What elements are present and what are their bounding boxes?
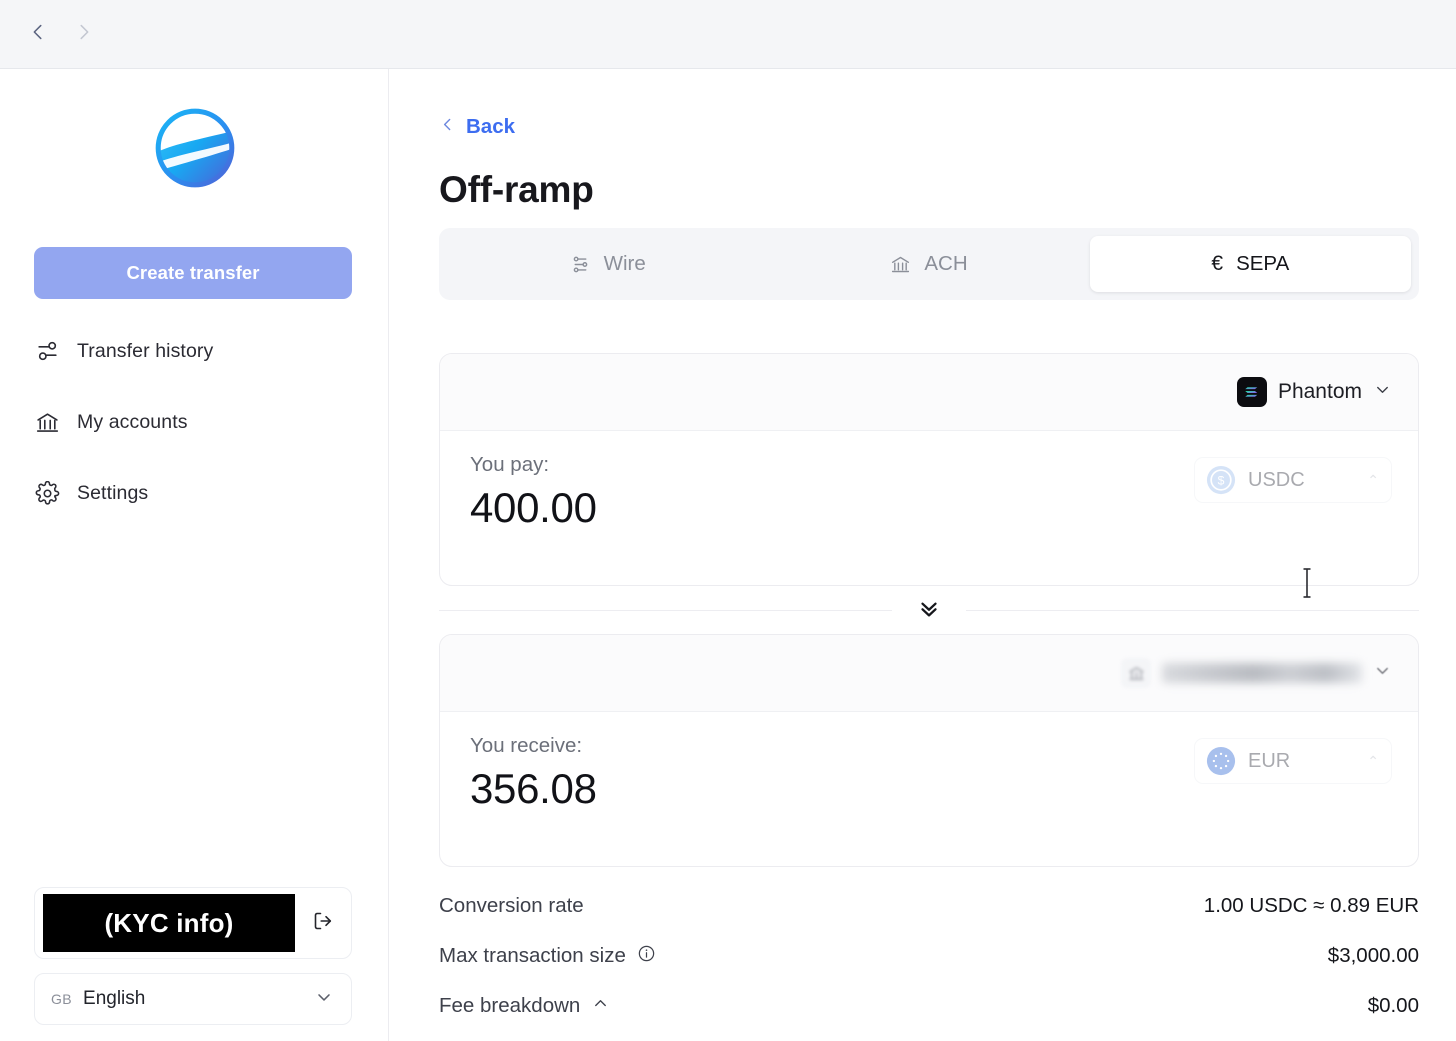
info-icon[interactable] (637, 944, 656, 968)
text-cursor (1301, 566, 1313, 600)
browser-back-button[interactable] (18, 14, 58, 54)
euro-coin-icon (1206, 746, 1236, 776)
chevron-right-icon (73, 21, 95, 48)
divider-line-left (439, 609, 892, 611)
double-chevron-down-icon (916, 595, 942, 626)
wire-transfer-icon (570, 254, 591, 275)
wallet-name: Phantom (1277, 380, 1362, 403)
chevron-left-icon (27, 21, 49, 48)
detail-row-fee-breakdown[interactable]: Fee breakdown $0.00 (439, 981, 1419, 1031)
chevron-left-icon (439, 116, 456, 138)
you-receive-card: You receive: 356.08 EUR ⌃ (439, 634, 1419, 867)
tab-label: ACH (924, 252, 968, 275)
swap-direction-divider (439, 586, 1419, 634)
transfer-history-icon (34, 338, 60, 364)
you-pay-card: Phantom You pay: 400.00 $ USDC ⌃ (439, 353, 1419, 586)
chevron-up-icon[interactable] (591, 994, 610, 1018)
main-content: Back Off-ramp Wire ACH € SEPA Phantom Yo… (389, 69, 1456, 1041)
detail-label: Fee breakdown (439, 994, 581, 1017)
browser-chrome (0, 0, 1456, 69)
sidebar: Create transfer Transfer history My acco… (0, 69, 389, 1041)
sidebar-item-label: Settings (77, 481, 149, 504)
swap-direction-button[interactable] (892, 595, 966, 626)
detail-value: $0.00 (1367, 994, 1419, 1017)
detail-label: Max transaction size (439, 944, 626, 967)
sidebar-footer: (KYC info) GB English (34, 887, 352, 1025)
bank-account-name-redacted (1162, 663, 1362, 683)
bank-icon (890, 254, 911, 275)
tab-sepa[interactable]: € SEPA (1089, 236, 1411, 292)
sidebar-item-transfer-history[interactable]: Transfer history (34, 327, 352, 375)
chevron-down-icon (1373, 661, 1392, 685)
language-select[interactable]: GB English (34, 973, 352, 1025)
chevron-updown-icon: ⌃ (1367, 471, 1379, 488)
bank-icon (34, 409, 60, 435)
sidebar-item-label: My accounts (77, 410, 188, 433)
transfer-method-tabs: Wire ACH € SEPA (439, 228, 1419, 300)
language-label: English (83, 988, 146, 1009)
receive-currency-selector[interactable]: EUR ⌃ (1194, 738, 1392, 784)
back-button[interactable]: Back (439, 115, 515, 139)
detail-row-conversion-rate: Conversion rate 1.00 USDC ≈ 0.89 EUR (439, 881, 1419, 931)
sidebar-item-my-accounts[interactable]: My accounts (34, 398, 352, 446)
detail-label: Conversion rate (439, 894, 584, 917)
you-receive-body: You receive: 356.08 EUR ⌃ (440, 712, 1418, 866)
kyc-info-redacted-label: (KYC info) (43, 894, 295, 952)
detail-value: $3,000.00 (1327, 944, 1419, 967)
bank-icon (1121, 658, 1151, 688)
euro-icon: € (1211, 252, 1224, 275)
logout-icon (311, 909, 335, 938)
app-body: Create transfer Transfer history My acco… (0, 69, 1456, 1041)
tab-label: SEPA (1236, 252, 1290, 275)
page-title: Off-ramp (439, 169, 594, 210)
sidebar-nav: Transfer history My accounts Settings (34, 327, 352, 540)
receive-currency-label: EUR (1248, 749, 1291, 772)
chevron-down-icon (1373, 380, 1392, 404)
you-pay-body: You pay: 400.00 $ USDC ⌃ (440, 431, 1418, 585)
bank-account-selector-header (440, 635, 1418, 712)
app-logo-icon (155, 108, 234, 188)
wallet-selector-header: Phantom (440, 354, 1418, 431)
svg-text:$: $ (1218, 474, 1225, 488)
tab-ach[interactable]: ACH (768, 236, 1089, 292)
usdc-coin-icon: $ (1206, 465, 1236, 495)
gear-icon (34, 480, 60, 506)
pay-currency-label: USDC (1248, 468, 1305, 491)
language-country-code: GB (51, 991, 73, 1007)
tab-label: Wire (603, 252, 646, 275)
sidebar-item-settings[interactable]: Settings (34, 469, 352, 517)
brand-logo (0, 102, 389, 194)
pay-currency-selector[interactable]: $ USDC ⌃ (1194, 457, 1392, 503)
logout-button[interactable] (295, 888, 351, 958)
bank-account-selector[interactable] (1121, 658, 1392, 688)
phantom-wallet-icon (1236, 377, 1267, 407)
detail-row-max-transaction-size: Max transaction size $3,000.00 (439, 931, 1419, 981)
chevron-down-icon (314, 987, 334, 1012)
transfer-details: Conversion rate 1.00 USDC ≈ 0.89 EUR Max… (439, 881, 1419, 1031)
back-label: Back (466, 115, 516, 138)
browser-forward-button[interactable] (64, 14, 104, 54)
tab-wire[interactable]: Wire (447, 236, 768, 292)
chevron-updown-icon: ⌃ (1367, 752, 1379, 769)
create-transfer-button[interactable]: Create transfer (34, 247, 352, 299)
divider-line-right (966, 609, 1419, 611)
detail-value: 1.00 USDC ≈ 0.89 EUR (1203, 894, 1419, 917)
kyc-info-row[interactable]: (KYC info) (34, 887, 352, 959)
wallet-selector[interactable]: Phantom (1236, 377, 1392, 407)
sidebar-item-label: Transfer history (77, 339, 214, 362)
